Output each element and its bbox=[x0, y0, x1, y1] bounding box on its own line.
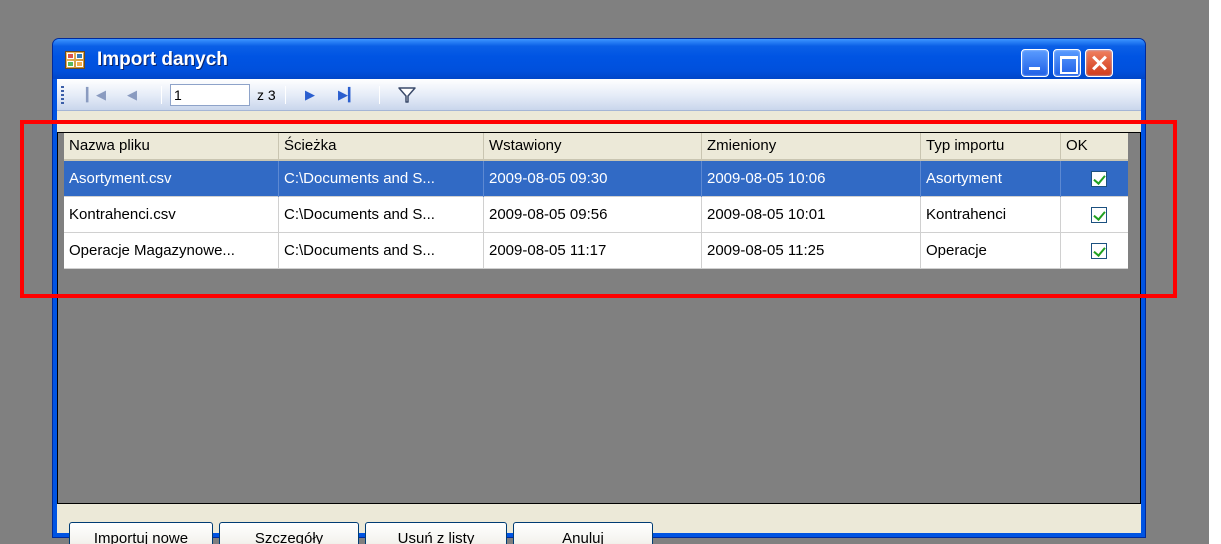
window-title: Import danych bbox=[97, 49, 228, 70]
title-bar[interactable]: Import danych bbox=[53, 39, 1145, 79]
import-new-button[interactable]: Importuj nowe bbox=[69, 522, 213, 544]
minimize-button[interactable] bbox=[1021, 49, 1049, 77]
app-icon bbox=[65, 51, 85, 69]
maximize-button[interactable] bbox=[1053, 49, 1081, 77]
toolbar-separator bbox=[285, 86, 286, 104]
move-last-icon[interactable]: ▶▎ bbox=[337, 85, 359, 105]
details-button[interactable]: Szczegóły bbox=[219, 522, 359, 544]
move-next-icon[interactable]: ▶ bbox=[299, 85, 321, 105]
remove-from-list-button[interactable]: Usuń z listy bbox=[365, 522, 507, 544]
binding-navigator: ▎◀ ◀ z 3 ▶ ▶▎ bbox=[57, 79, 1141, 111]
page-count-label: z 3 bbox=[257, 87, 276, 103]
close-button[interactable] bbox=[1085, 49, 1113, 77]
toolbar-separator bbox=[161, 86, 162, 104]
filter-icon[interactable] bbox=[397, 85, 417, 105]
annotation-highlight-box bbox=[20, 120, 1177, 298]
cancel-button[interactable]: Anuluj bbox=[513, 522, 653, 544]
move-previous-icon[interactable]: ◀ bbox=[121, 85, 143, 105]
move-first-icon[interactable]: ▎◀ bbox=[85, 85, 107, 105]
toolbar-grip[interactable] bbox=[61, 86, 64, 104]
page-number-input[interactable] bbox=[170, 84, 250, 106]
toolbar-separator bbox=[379, 86, 380, 104]
